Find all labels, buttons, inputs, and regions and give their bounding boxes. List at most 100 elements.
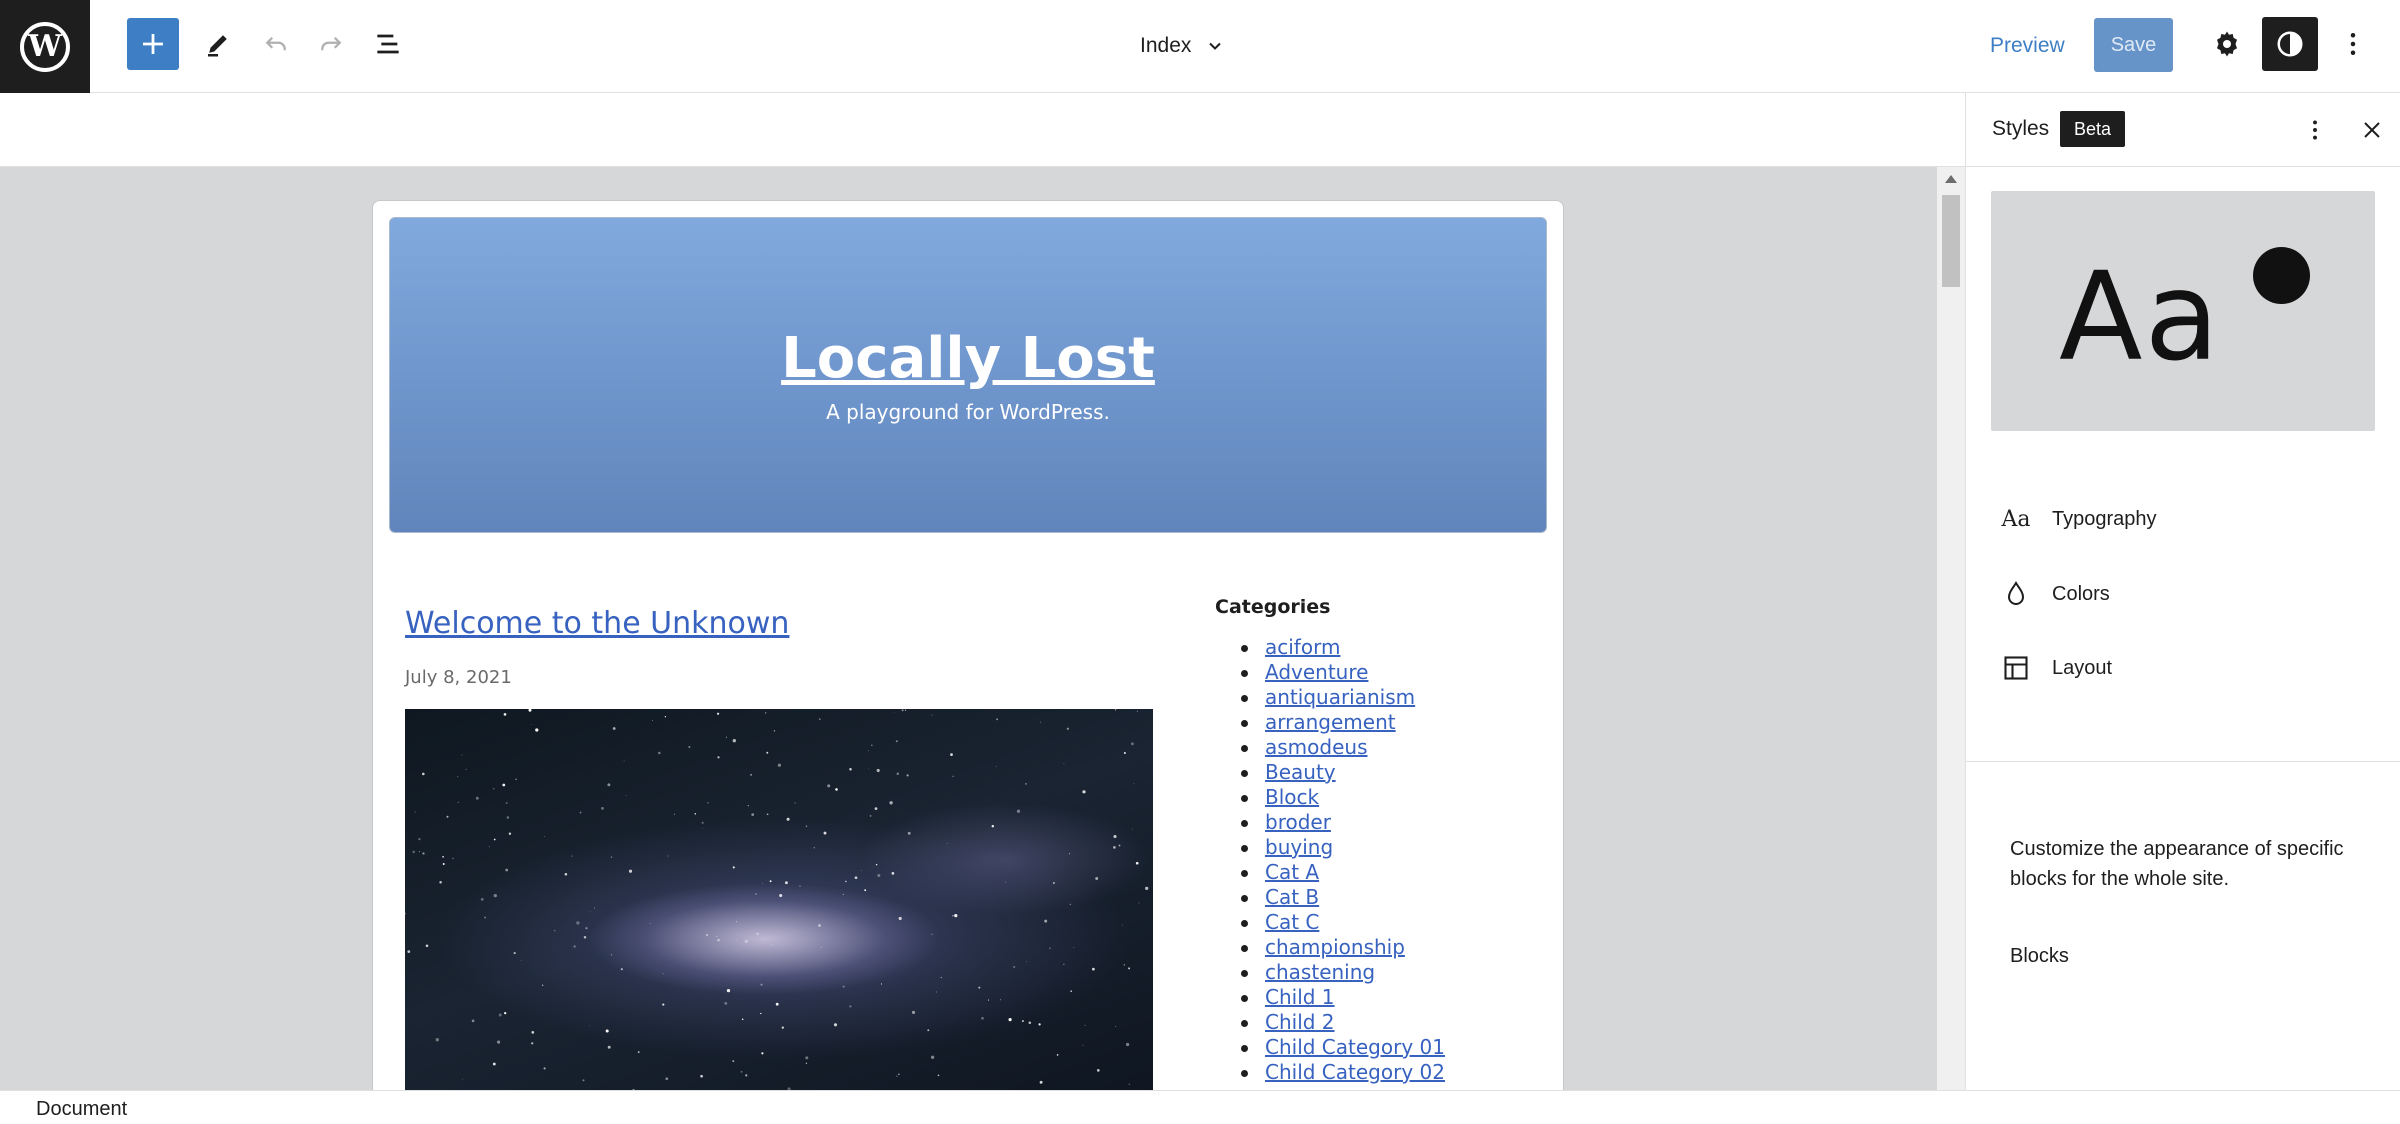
plus-icon bbox=[143, 34, 163, 54]
category-list-item: Adventure bbox=[1241, 660, 1445, 685]
style-preview-card[interactable]: Aa bbox=[1991, 191, 2375, 431]
document-title-dropdown[interactable]: Index bbox=[1140, 22, 1225, 70]
site-tagline: A playground for WordPress. bbox=[826, 400, 1110, 424]
preview-button[interactable]: Preview bbox=[1990, 26, 2065, 66]
category-link[interactable]: Child 1 bbox=[1265, 985, 1335, 1009]
category-link[interactable]: Beauty bbox=[1265, 760, 1336, 784]
pencil-icon bbox=[208, 35, 227, 57]
category-list-item: buying bbox=[1241, 835, 1445, 860]
wordpress-logo-button[interactable]: W bbox=[0, 0, 90, 93]
category-list-item: chastening bbox=[1241, 960, 1445, 985]
sidebar-title: Styles bbox=[1992, 117, 2050, 140]
category-link[interactable]: Child Category 02 bbox=[1265, 1060, 1445, 1084]
nav-item-layout[interactable]: Layout bbox=[1986, 641, 2381, 695]
site-title[interactable]: Locally Lost bbox=[390, 326, 1546, 391]
nav-item-label: Colors bbox=[2052, 582, 2110, 605]
category-list-item: Child 1 bbox=[1241, 985, 1445, 1010]
nav-item-typography[interactable]: Aa Typography bbox=[1986, 492, 2381, 546]
category-link[interactable]: broder bbox=[1265, 810, 1331, 834]
chevron-down-icon bbox=[1209, 42, 1222, 50]
gear-icon bbox=[2217, 31, 2237, 57]
document-title: Index bbox=[1140, 34, 1192, 57]
category-list-item: Cat B bbox=[1241, 885, 1445, 910]
category-list-item: championship bbox=[1241, 935, 1445, 960]
styles-sidebar: Styles Beta Aa Aa Typography Colors Layo… bbox=[1965, 93, 2400, 1090]
contrast-icon bbox=[2277, 31, 2303, 57]
post-date: July 8, 2021 bbox=[405, 667, 512, 688]
category-link[interactable]: Block bbox=[1265, 785, 1319, 809]
category-list-item: Child 2 bbox=[1241, 1010, 1445, 1035]
canvas-scrollbar[interactable] bbox=[1937, 167, 1965, 1090]
category-link[interactable]: Cat A bbox=[1265, 860, 1319, 884]
settings-button[interactable] bbox=[2201, 18, 2253, 70]
blocks-description: Customize the appearance of specific blo… bbox=[2010, 838, 2344, 890]
save-button[interactable]: Save bbox=[2094, 18, 2173, 72]
typography-icon: Aa bbox=[2001, 506, 2031, 532]
starfield-image bbox=[405, 709, 1149, 1090]
category-link[interactable]: chastening bbox=[1265, 960, 1375, 984]
undo-icon bbox=[265, 36, 286, 51]
list-view-icon bbox=[377, 34, 399, 54]
category-list-item: Child Category 01 bbox=[1241, 1035, 1445, 1060]
category-link[interactable]: aciform bbox=[1265, 635, 1340, 659]
category-link[interactable]: Cat B bbox=[1265, 885, 1319, 909]
category-link[interactable]: asmodeus bbox=[1265, 735, 1368, 759]
category-link[interactable]: championship bbox=[1265, 935, 1405, 959]
add-block-button[interactable] bbox=[127, 18, 179, 70]
template-preview-frame[interactable]: Locally Lost A playground for WordPress.… bbox=[372, 200, 1564, 1090]
category-list-item: asmodeus bbox=[1241, 735, 1445, 760]
scrollbar-thumb[interactable] bbox=[1942, 195, 1960, 287]
more-vertical-icon bbox=[2313, 120, 2317, 140]
sidebar-header: Styles Beta bbox=[1966, 93, 2400, 167]
redo-icon bbox=[321, 36, 342, 51]
droplet-icon bbox=[1996, 580, 2036, 608]
wordpress-logo-icon: W bbox=[20, 21, 70, 72]
category-list-item: arrangement bbox=[1241, 710, 1445, 735]
tools-button[interactable] bbox=[192, 18, 244, 70]
category-link[interactable]: Cat C bbox=[1265, 910, 1319, 934]
editor-canvas: Locally Lost A playground for WordPress.… bbox=[0, 167, 1965, 1090]
category-link[interactable]: antiquarianism bbox=[1265, 685, 1415, 709]
category-list-item: Block bbox=[1241, 785, 1445, 810]
redo-button[interactable] bbox=[305, 18, 357, 70]
editor-header: W Index Preview Save bbox=[0, 0, 2400, 93]
category-list-item: antiquarianism bbox=[1241, 685, 1445, 710]
category-link[interactable]: Child Category 01 bbox=[1265, 1035, 1445, 1059]
category-list-item: Cat A bbox=[1241, 860, 1445, 885]
breadcrumb-document[interactable]: Document bbox=[36, 1098, 127, 1121]
style-preview-text: Aa bbox=[2059, 246, 2222, 388]
post-title-link[interactable]: Welcome to the Unknown bbox=[405, 606, 789, 641]
close-icon bbox=[2364, 122, 2380, 138]
beta-badge: Beta bbox=[2060, 111, 2126, 147]
editor-footer: Document bbox=[0, 1090, 2400, 1124]
categories-list: aciform Adventure antiquarianism arrangemen… bbox=[1241, 635, 1445, 1085]
nav-item-label: Layout bbox=[2052, 656, 2113, 679]
blocks-nav-item[interactable]: Blocks bbox=[2010, 945, 2069, 968]
styles-toggle-button[interactable] bbox=[2262, 17, 2318, 71]
category-link[interactable]: Child 2 bbox=[1265, 1010, 1335, 1034]
nav-item-label: Typography bbox=[2052, 507, 2157, 530]
layout-icon bbox=[1996, 654, 2036, 682]
category-list-item: broder bbox=[1241, 810, 1445, 835]
options-menu-button[interactable] bbox=[2327, 18, 2379, 70]
category-list-item: Child Category 02 bbox=[1241, 1060, 1445, 1085]
category-link[interactable]: arrangement bbox=[1265, 710, 1396, 734]
close-sidebar-button[interactable] bbox=[2352, 110, 2392, 150]
list-view-button[interactable] bbox=[362, 18, 414, 70]
sidebar-options-button[interactable] bbox=[2295, 110, 2335, 150]
category-list-item: aciform bbox=[1241, 635, 1445, 660]
scroll-up-arrow-icon[interactable] bbox=[1945, 175, 1957, 183]
category-list-item: Beauty bbox=[1241, 760, 1445, 785]
undo-button[interactable] bbox=[250, 18, 302, 70]
category-list-item: Cat C bbox=[1241, 910, 1445, 935]
style-preview-color-dot bbox=[2253, 247, 2310, 304]
nav-item-colors[interactable]: Colors bbox=[1986, 567, 2381, 621]
categories-heading: Categories bbox=[1215, 596, 1331, 618]
block-toolbar-area bbox=[0, 93, 1965, 167]
post-featured-image[interactable] bbox=[405, 709, 1153, 1090]
category-link[interactable]: buying bbox=[1265, 835, 1333, 859]
sidebar-divider bbox=[1966, 761, 2400, 762]
more-vertical-icon bbox=[2350, 33, 2356, 55]
site-header-cover[interactable]: Locally Lost A playground for WordPress. bbox=[389, 217, 1547, 533]
category-link[interactable]: Adventure bbox=[1265, 660, 1368, 684]
